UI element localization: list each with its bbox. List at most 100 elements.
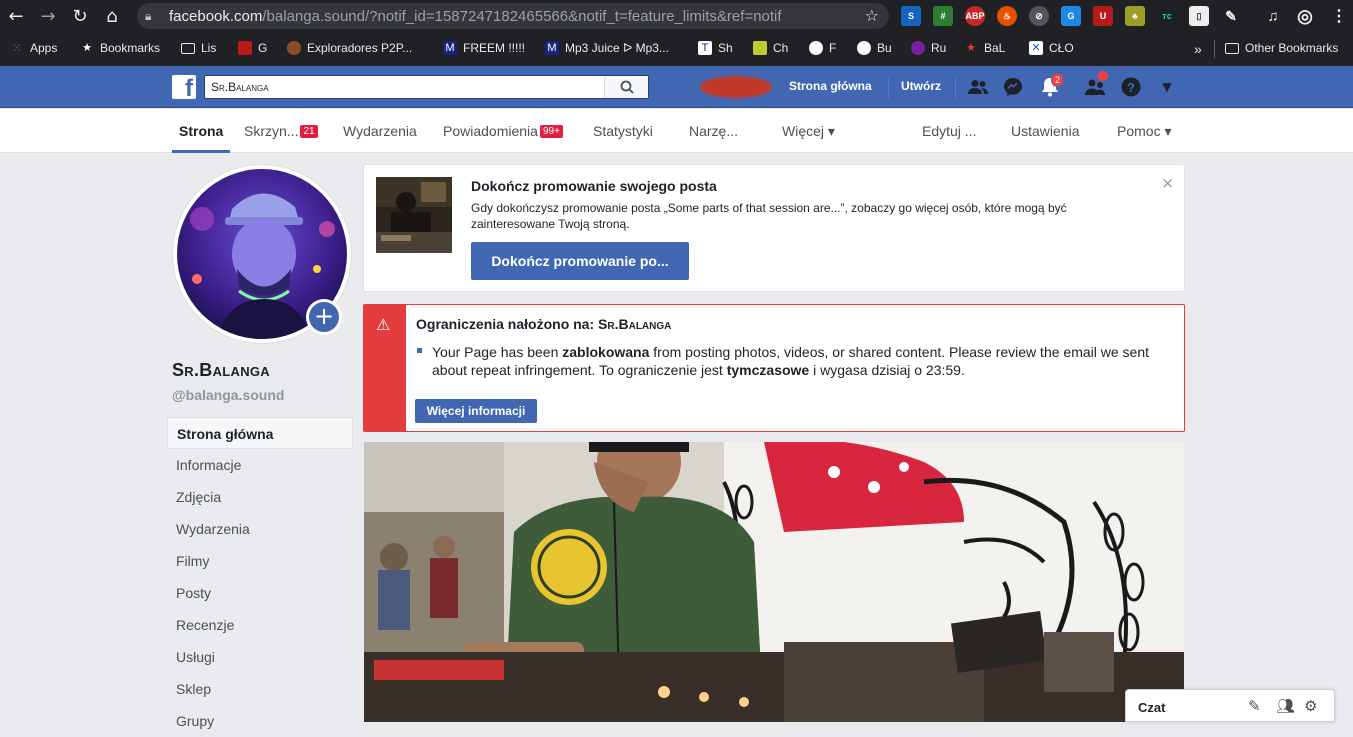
forward-icon[interactable]: → xyxy=(36,4,60,28)
site-icon: T xyxy=(698,41,712,55)
promo-description: Gdy dokończysz promowanie posta „Some pa… xyxy=(471,201,1067,231)
account-menu-chevron-icon[interactable]: ▼ xyxy=(1156,76,1178,98)
tab-edit[interactable]: Edytuj ... xyxy=(922,123,976,139)
media-icon[interactable]: ♫ xyxy=(1263,6,1283,26)
help-icon[interactable]: ? xyxy=(1120,76,1142,98)
bookmark-item[interactable]: Exploradores P2P... xyxy=(287,41,412,55)
translate-icon[interactable]: G xyxy=(1061,6,1081,26)
extension-icon[interactable]: ✎ xyxy=(1221,6,1241,26)
group-chat-icon[interactable]: 👥︎ xyxy=(1276,697,1295,715)
alert-stripe: ⚠ xyxy=(364,305,406,431)
restriction-message: Your Page has been zablokowana from post… xyxy=(432,344,1150,378)
bullet xyxy=(417,348,422,353)
sidebar-item-photos[interactable]: Zdjęcia xyxy=(167,481,353,513)
extension-icon[interactable]: ♣ xyxy=(1125,6,1145,26)
bookmark-item[interactable]: M FREEM !!!!! xyxy=(443,41,525,55)
messenger-icon[interactable] xyxy=(1002,76,1024,98)
extension-icon[interactable]: # xyxy=(933,6,953,26)
star-icon: ★ xyxy=(966,42,976,54)
tab-settings[interactable]: Ustawienia xyxy=(1011,123,1079,139)
bookmarks-overflow[interactable]: » xyxy=(1194,41,1202,57)
bookmark-star-icon[interactable]: ☆ xyxy=(865,6,879,25)
tab-more[interactable]: Więcej ▾ xyxy=(782,123,835,140)
tab-events[interactable]: Wydarzenia xyxy=(343,123,417,139)
site-icon xyxy=(287,41,301,55)
site-icon: M xyxy=(545,41,559,55)
bookmark-item[interactable]: T Sh xyxy=(698,41,733,55)
gear-icon[interactable]: ⚙ xyxy=(1304,697,1317,715)
search-icon[interactable] xyxy=(604,76,648,98)
cover-photo[interactable] xyxy=(364,442,1184,722)
tab-page[interactable]: Strona xyxy=(179,123,223,139)
tab-tools[interactable]: Narzę... xyxy=(689,123,738,139)
bookmark-item[interactable]: M Mp3 Juice ᐅ Mp3... xyxy=(545,41,669,55)
site-icon xyxy=(238,41,252,55)
home-link[interactable]: Strona główna xyxy=(789,79,872,93)
finish-promotion-button[interactable]: Dokończ promowanie po... xyxy=(471,242,689,280)
create-link[interactable]: Utwórz xyxy=(901,79,941,93)
facebook-header: f Strona główna Utwórz 2 ? ▼ xyxy=(0,66,1353,108)
facebook-logo-icon[interactable]: f xyxy=(172,75,196,99)
close-icon[interactable]: × xyxy=(1161,174,1174,192)
new-message-icon[interactable]: ✎ xyxy=(1248,697,1261,715)
page-handle[interactable]: @balanga.sound xyxy=(172,387,284,403)
chrome-menu-icon[interactable]: ⋮ xyxy=(1329,6,1349,26)
extension-icon[interactable]: S xyxy=(901,6,921,26)
back-icon[interactable]: ← xyxy=(4,4,28,28)
bookmark-item[interactable]: Ru xyxy=(911,41,946,55)
bookmark-item[interactable]: ✕ CŁO xyxy=(1029,41,1074,55)
browser-toolbar: ← → ↻ ⌂ 🔒︎ facebook.com/balanga.sound/?n… xyxy=(0,0,1353,32)
bookmarks-bar: ⁙ Apps ★ Bookmarks Lis G Exploradores P2P.… xyxy=(0,32,1353,66)
other-bookmarks[interactable]: Other Bookmarks xyxy=(1225,41,1338,55)
page-sidebar-menu: Strona główna Informacje Zdjęcia Wydarze… xyxy=(167,417,353,737)
notifications-count-badge: 99+ xyxy=(539,125,563,138)
bookmark-folder[interactable]: Lis xyxy=(181,41,216,55)
search-box[interactable] xyxy=(204,75,649,99)
site-icon: ✕ xyxy=(1029,41,1043,55)
site-icon xyxy=(857,41,871,55)
sidebar-item-shop[interactable]: Sklep xyxy=(167,673,353,705)
sidebar-item-reviews[interactable]: Recenzje xyxy=(167,609,353,641)
reload-icon[interactable]: ↻ xyxy=(68,4,92,28)
promo-title: Dokończ promowanie swojego posta xyxy=(471,178,717,194)
bookmark-bookmarks[interactable]: ★ Bookmarks xyxy=(80,41,160,55)
add-profile-photo-button[interactable]: + xyxy=(306,299,342,335)
sidebar-item-home[interactable]: Strona główna xyxy=(167,417,353,449)
adblock-icon[interactable]: ABP xyxy=(965,6,985,26)
more-info-button[interactable]: Więcej informacji xyxy=(415,399,537,423)
warning-icon: ⚠ xyxy=(376,315,391,334)
profile-icon[interactable]: ◎ xyxy=(1295,6,1315,26)
sidebar-item-events[interactable]: Wydarzenia xyxy=(167,513,353,545)
extension-icon[interactable]: U xyxy=(1093,6,1113,26)
sidebar-item-posts[interactable]: Posty xyxy=(167,577,353,609)
post-thumbnail xyxy=(376,177,452,253)
sidebar-item-services[interactable]: Usługi xyxy=(167,641,353,673)
home-icon[interactable]: ⌂ xyxy=(100,4,124,28)
tab-insights[interactable]: Statystyki xyxy=(593,123,653,139)
bookmark-apps[interactable]: ⁙ Apps xyxy=(10,41,57,55)
sidebar-item-videos[interactable]: Filmy xyxy=(167,545,353,577)
bookmark-item[interactable]: Bu xyxy=(857,41,892,55)
bookmark-item[interactable]: F xyxy=(809,41,836,55)
sidebar-item-about[interactable]: Informacje xyxy=(167,449,353,481)
sidebar-item-groups[interactable]: Grupy xyxy=(167,705,353,737)
bookmark-item[interactable]: ★ BaL xyxy=(964,41,1005,55)
extension-icon[interactable]: ▯ xyxy=(1189,6,1209,26)
tab-notifications[interactable]: Powiadomienia 99+ xyxy=(443,123,563,139)
extension-icon[interactable]: ⊘ xyxy=(1029,6,1049,26)
chat-label: Czat xyxy=(1138,700,1166,715)
redacted-profile-name xyxy=(700,76,772,98)
chat-bar[interactable]: Czat ✎ 👥︎ ⚙ xyxy=(1125,689,1335,722)
active-tab-underline xyxy=(172,150,230,153)
bookmark-item[interactable]: G xyxy=(238,41,267,55)
bookmark-item[interactable]: Ch xyxy=(753,41,788,55)
address-bar[interactable]: 🔒︎ facebook.com/balanga.sound/?notif_id=… xyxy=(137,3,889,29)
divider xyxy=(888,78,889,98)
tab-inbox[interactable]: Skrzyn... 21 xyxy=(244,123,318,139)
friends-icon[interactable] xyxy=(967,76,989,98)
site-icon: M xyxy=(443,41,457,55)
extension-icon[interactable]: ᴛᴄ xyxy=(1157,6,1177,26)
extension-icon[interactable]: ♨ xyxy=(997,6,1017,26)
search-input[interactable] xyxy=(205,76,600,98)
tab-help[interactable]: Pomoc ▾ xyxy=(1117,123,1172,140)
